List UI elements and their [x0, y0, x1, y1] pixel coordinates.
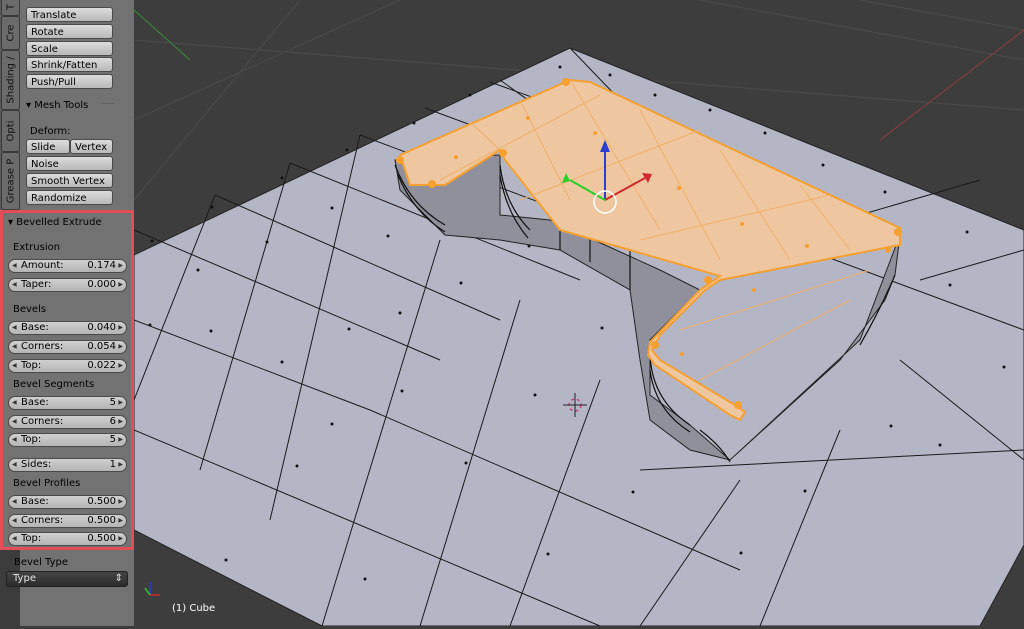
- select-arrows-icon: ⇕: [114, 573, 123, 584]
- bevelled-extrude-title: Bevelled Extrude: [16, 217, 102, 228]
- tab-grease-pencil[interactable]: Grease P: [1, 152, 20, 210]
- bevel-base-field[interactable]: ◀ Base: 0.040 ▶: [8, 321, 127, 335]
- tab-create[interactable]: Cre: [1, 16, 20, 50]
- segments-top-field[interactable]: ◀ Top: 5 ▶: [8, 433, 127, 447]
- profiles-top-field[interactable]: ◀ Top: 0.500 ▶: [8, 532, 127, 546]
- segments-base-field[interactable]: ◀ Base: 5 ▶: [8, 396, 127, 410]
- tab-tools[interactable]: T: [1, 0, 20, 16]
- tab-shading[interactable]: Shading /: [1, 50, 20, 110]
- noise-button[interactable]: Noise: [26, 156, 113, 171]
- translate-button[interactable]: Translate: [26, 7, 113, 22]
- bevel-profiles-heading: Bevel Profiles: [13, 478, 81, 489]
- slide-edge-button[interactable]: Slide Ed: [26, 139, 70, 168]
- 3d-viewport[interactable]: [133, 0, 1024, 627]
- segments-corners-field[interactable]: ◀ Corners: 6 ▶: [8, 415, 127, 429]
- tool-tabs: T Cre Shading / Opti Grease P: [0, 0, 20, 210]
- axes-widget: [144, 582, 160, 596]
- viewport-canvas: [133, 0, 1024, 627]
- bevel-segments-heading: Bevel Segments: [13, 379, 95, 390]
- bevels-heading: Bevels: [13, 304, 47, 315]
- active-object-label: (1) Cube: [172, 603, 216, 614]
- tab-options[interactable]: Opti: [1, 110, 20, 152]
- bevelled-extrude-panel: ▾ Bevelled Extrude Extrusion ◀ Amount: 0.1…: [0, 210, 134, 550]
- rotate-button[interactable]: Rotate: [26, 24, 113, 39]
- bevel-type-select[interactable]: Type ⇕: [6, 571, 128, 587]
- vertex-button[interactable]: Vertex: [70, 139, 113, 154]
- randomize-button[interactable]: Randomize: [26, 190, 113, 205]
- amount-field[interactable]: ◀ Amount: 0.174 ▶: [8, 259, 127, 273]
- bevel-corners-field[interactable]: ◀ Corners: 0.054 ▶: [8, 340, 127, 354]
- extrusion-heading: Extrusion: [13, 242, 61, 253]
- bevel-top-field[interactable]: ◀ Top: 0.022 ▶: [8, 359, 127, 373]
- sides-field[interactable]: ◀ Sides: 1 ▶: [8, 458, 127, 472]
- bevelled-extrude-header[interactable]: ▾ Bevelled Extrude: [8, 217, 102, 228]
- mesh-tools-header[interactable]: ▾ Mesh Tools: [26, 100, 88, 111]
- bevel-type-label: Bevel Type: [14, 557, 69, 568]
- profiles-corners-field[interactable]: ◀ Corners: 0.500 ▶: [8, 514, 127, 528]
- mesh-tools-title: Mesh Tools: [34, 100, 89, 111]
- taper-field[interactable]: ◀ Taper: 0.000 ▶: [8, 278, 127, 292]
- y-axis-line: [133, 9, 191, 61]
- profiles-base-field[interactable]: ◀ Base: 0.500 ▶: [8, 495, 127, 509]
- push-pull-button[interactable]: Push/Pull: [26, 74, 113, 89]
- deform-label: Deform:: [30, 126, 71, 137]
- mesh-tools-grip-icon: ┈┈: [102, 99, 115, 110]
- shrink-fatten-button[interactable]: Shrink/Fatten: [26, 57, 113, 72]
- scale-button[interactable]: Scale: [26, 41, 113, 56]
- smooth-vertex-button[interactable]: Smooth Vertex: [26, 173, 113, 188]
